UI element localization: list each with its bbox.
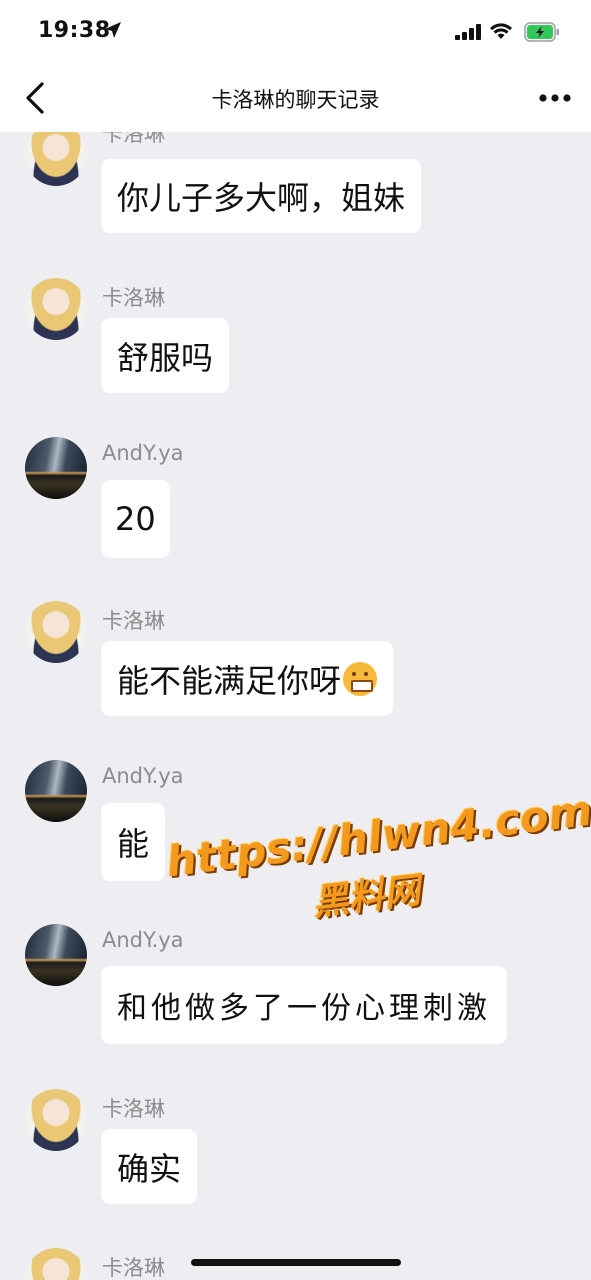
sender-name: 卡洛琳 <box>102 1097 165 1121</box>
location-arrow-icon <box>105 22 121 38</box>
sender-name: 卡洛琳 <box>102 286 165 310</box>
battery-charging-icon <box>524 22 559 42</box>
caroline-avatar[interactable] <box>25 278 87 340</box>
cellular-signal-icon <box>455 24 481 40</box>
wifi-icon <box>490 23 512 39</box>
chat-history[interactable]: 卡洛琳 你儿子多大啊，姐妹 卡洛琳 舒服吗 AndY.ya 20 卡洛琳 能不能… <box>0 132 591 1280</box>
sender-name: 卡洛琳 <box>102 609 165 633</box>
sender-name: AndY.ya <box>102 928 184 952</box>
message-bubble[interactable]: 舒服吗 <box>101 318 230 393</box>
message-text: 确实 <box>117 1149 182 1188</box>
caroline-avatar[interactable] <box>25 132 87 186</box>
message-bubble[interactable]: 20 <box>101 480 170 558</box>
sender-name: AndY.ya <box>102 764 184 788</box>
sender-name: AndY.ya <box>102 441 184 465</box>
top-bar: 19:38 卡洛琳的聊天记录 <box>0 0 591 132</box>
message-bubble[interactable]: 和他做多了一份心理刺激 <box>101 966 507 1044</box>
message-bubble[interactable]: 能不能满足你呀 <box>101 641 394 716</box>
home-indicator[interactable] <box>191 1259 401 1266</box>
message-text: 20 <box>115 500 156 538</box>
chat-message: AndY.ya 20 <box>0 437 591 567</box>
chat-message: 卡洛琳 你儿子多大啊，姐妹 <box>0 132 591 244</box>
message-text: 能 <box>117 825 150 863</box>
message-text: 你儿子多大啊，姐妹 <box>117 179 406 217</box>
message-bubble[interactable]: 确实 <box>101 1129 198 1204</box>
chat-message: 卡洛琳 舒服吗 <box>0 278 591 398</box>
caroline-avatar[interactable] <box>25 601 87 663</box>
chat-message: 卡洛琳 确实 <box>0 1089 591 1209</box>
status-time: 19:38 <box>38 18 111 43</box>
message-bubble[interactable]: 你儿子多大啊，姐妹 <box>101 159 422 233</box>
chat-message: AndY.ya 和他做多了一份心理刺激 <box>0 924 591 1054</box>
message-text: 能不能满足你呀 <box>117 661 342 700</box>
grinning-face-icon <box>343 661 378 696</box>
sender-name: 卡洛琳 <box>102 1256 165 1280</box>
page-title: 卡洛琳的聊天记录 <box>211 88 380 112</box>
chat-message: 卡洛琳 能不能满足你呀 <box>0 601 591 721</box>
message-bubble[interactable]: 能 <box>101 803 166 881</box>
andy-avatar[interactable] <box>25 924 87 986</box>
more-options-button[interactable] <box>537 90 573 106</box>
message-text: 和他做多了一份心理刺激 <box>117 991 491 1026</box>
caroline-avatar[interactable] <box>25 1089 87 1151</box>
andy-avatar[interactable] <box>25 760 87 822</box>
caroline-avatar[interactable] <box>25 1248 87 1280</box>
message-text: 舒服吗 <box>117 338 214 377</box>
sender-name: 卡洛琳 <box>102 132 165 146</box>
andy-avatar[interactable] <box>25 437 87 499</box>
